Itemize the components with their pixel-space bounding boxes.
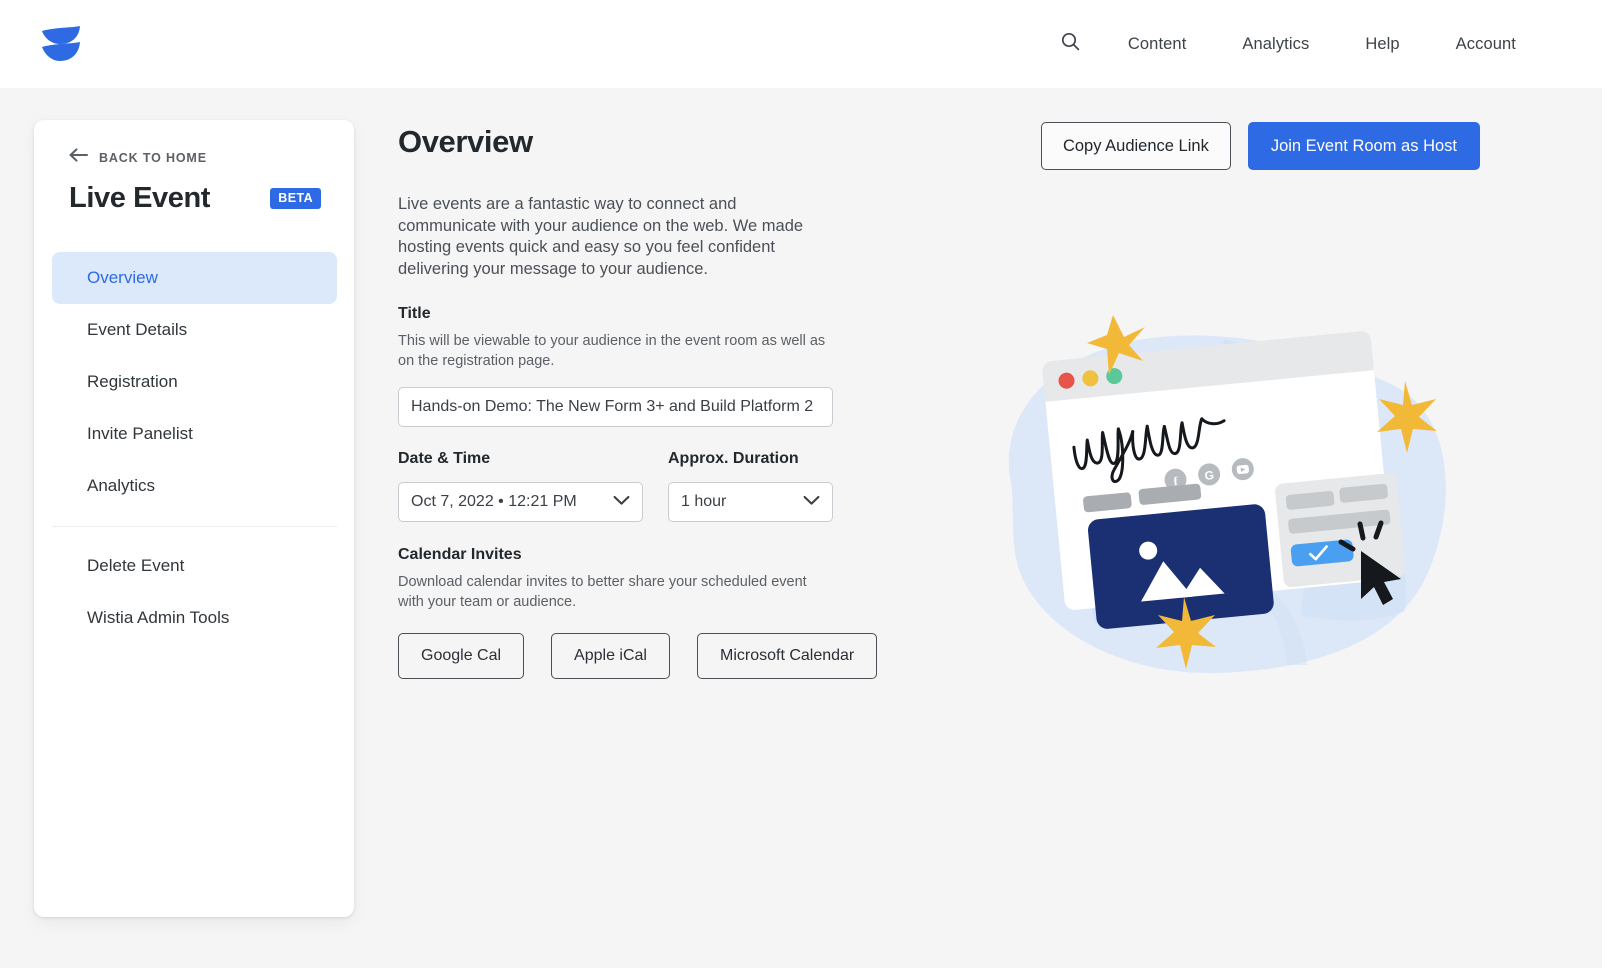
calendar-invites-group: Calendar Invites Download calendar invit… [398,546,835,612]
sidebar-title-row: Live Event BETA [69,182,321,215]
chevron-down-icon [613,493,630,511]
search-icon [1061,32,1080,56]
duration-field-label: Approx. Duration [668,450,799,467]
sidebar-item-analytics[interactable]: Analytics [52,460,337,512]
datetime-field-label: Date & Time [398,450,491,467]
sidebar-item-wistia-admin-tools[interactable]: Wistia Admin Tools [52,592,337,644]
sidebar-title: Live Event [69,182,211,214]
overview-intro-text: Live events are a fantastic way to conne… [398,195,804,279]
calendar-invites-label: Calendar Invites [398,546,522,563]
nav-item-account[interactable]: Account [1428,35,1544,54]
title-field-label: Title [398,305,431,322]
nav-item-help[interactable]: Help [1337,35,1427,54]
chevron-down-icon [803,493,820,511]
calendar-buttons-row: Google Cal Apple iCal Microsoft Calendar [398,633,878,679]
event-sidebar-card: BACK TO HOME Live Event BETA Overview Ev… [34,120,354,917]
apple-ical-button[interactable]: Apple iCal [551,633,670,679]
nav-item-analytics[interactable]: Analytics [1214,35,1337,54]
event-title-input[interactable] [398,387,833,427]
copy-audience-link-button[interactable]: Copy Audience Link [1040,122,1231,170]
sidebar-item-delete-event[interactable]: Delete Event [52,540,337,592]
duration-field-group: Approx. Duration 1 hour [668,450,833,522]
page-body: BACK TO HOME Live Event BETA Overview Ev… [0,88,1602,968]
top-navigation-bar: Content Analytics Help Account [0,0,1602,88]
page-title: Overview [398,124,533,159]
duration-value: 1 hour [681,493,727,510]
header-actions: Copy Audience Link Join Event Room as Ho… [1040,122,1480,170]
sidebar-item-registration[interactable]: Registration [52,356,337,408]
sidebar-item-overview[interactable]: Overview [52,252,337,304]
calendar-invites-help: Download calendar invites to better shar… [398,574,807,610]
datetime-field-group: Date & Time Oct 7, 2022 • 12:21 PM [398,450,643,522]
google-cal-button[interactable]: Google Cal [398,633,525,679]
search-button[interactable] [1042,24,1100,64]
back-to-home-link[interactable]: BACK TO HOME [69,148,207,167]
event-page-illustration: f G [975,293,1475,693]
schedule-row: Date & Time Oct 7, 2022 • 12:21 PM Appro… [398,450,833,522]
sidebar-divider [52,526,337,527]
duration-select[interactable]: 1 hour [668,482,833,522]
sidebar-nav: Overview Event Details Registration Invi… [52,252,337,644]
title-field-help: This will be viewable to your audience i… [398,333,826,369]
microsoft-calendar-button[interactable]: Microsoft Calendar [696,633,878,679]
beta-badge: BETA [270,188,321,209]
join-event-room-button[interactable]: Join Event Room as Host [1247,122,1480,170]
datetime-select[interactable]: Oct 7, 2022 • 12:21 PM [398,482,643,522]
sidebar-item-invite-panelist[interactable]: Invite Panelist [52,408,337,460]
wistia-logo-icon[interactable] [38,22,84,66]
primary-nav: Content Analytics Help Account [1042,0,1544,88]
datetime-value: Oct 7, 2022 • 12:21 PM [411,493,577,510]
arrow-left-icon [69,148,88,167]
back-to-home-label: BACK TO HOME [99,150,207,165]
svg-text:G: G [1204,468,1215,483]
title-field-group: Title This will be viewable to your audi… [398,305,835,427]
nav-item-content[interactable]: Content [1100,35,1215,54]
sidebar-item-event-details[interactable]: Event Details [52,304,337,356]
